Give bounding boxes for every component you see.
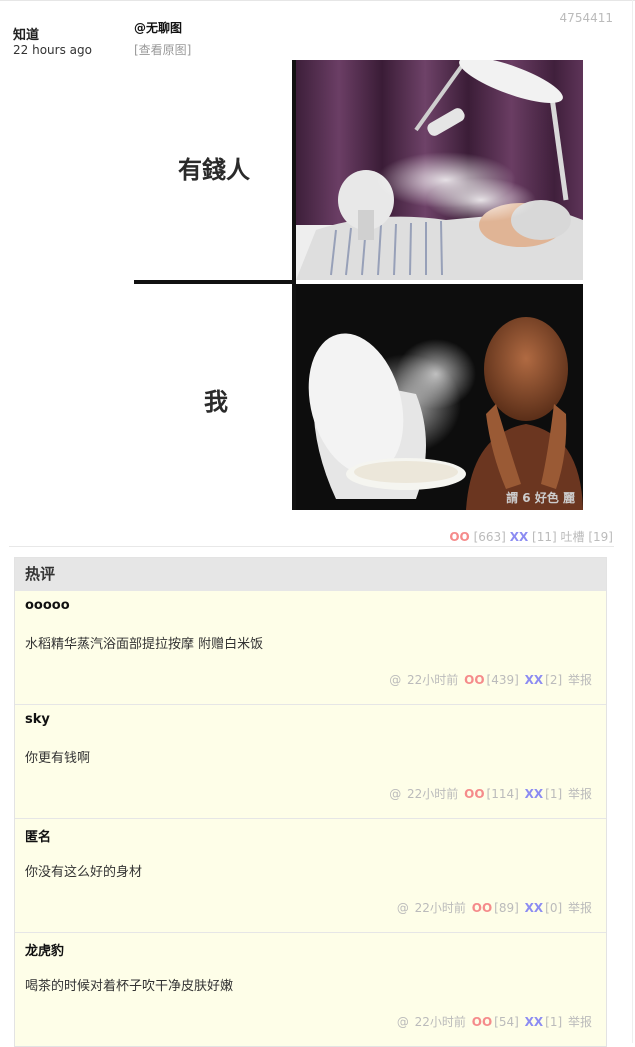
post-id[interactable]: 4754411 — [560, 11, 613, 25]
comment-item: ooooo 水稻精华蒸汽浴面部提拉按摩 附赠白米饭 @ 22小时前 OO [439… — [15, 590, 606, 704]
comment-item: 龙虎豹 喝茶的时候对着杯子吹干净皮肤好嫩 @ 22小时前 OO [54] XX [1… — [15, 932, 606, 1046]
post-tucao-button[interactable]: 吐槽 — [561, 530, 585, 544]
hot-comments-title: 热评 — [15, 558, 606, 590]
comment-oo-count: [54] — [494, 1015, 519, 1029]
comment-author[interactable]: sky — [25, 712, 50, 727]
comment-oo-button[interactable]: OO — [464, 787, 484, 801]
reply-at-button[interactable]: @ — [389, 673, 401, 687]
view-original-link[interactable]: [查看原图] — [134, 41, 191, 58]
meme-label-rich: 有錢人 — [178, 156, 250, 184]
comment-meta: @ 22小时前 OO [114] XX [1] 举报 — [387, 785, 592, 802]
comment-xx-count: [0] — [545, 901, 563, 915]
comment-oo-button[interactable]: OO — [472, 901, 492, 915]
comment-oo-count: [439] — [486, 673, 519, 687]
comment-author[interactable]: ooooo — [25, 598, 70, 613]
post-oo-count: [663] — [473, 530, 506, 544]
comment-xx-button[interactable]: XX — [525, 901, 544, 915]
meme-image[interactable]: 有錢人 我 謂 6 好色 麗 — [134, 60, 583, 510]
comment-text: 水稻精华蒸汽浴面部提拉按摩 附赠白米饭 — [25, 637, 264, 652]
comment-oo-count: [89] — [494, 901, 519, 915]
post-author[interactable]: 知道 — [13, 24, 39, 43]
comment-xx-button[interactable]: XX — [525, 673, 544, 687]
comment-time: 22小时前 — [407, 673, 459, 687]
post-xx-count: [11] — [532, 530, 557, 544]
comment-text: 你没有这么好的身材 — [25, 865, 143, 880]
comment-oo-button[interactable]: OO — [472, 1015, 492, 1029]
comment-meta: @ 22小时前 OO [54] XX [1] 举报 — [395, 1013, 592, 1030]
comment-meta: @ 22小时前 OO [439] XX [2] 举报 — [387, 671, 592, 688]
post-mention[interactable]: @无聊图 — [134, 19, 182, 36]
comment-author[interactable]: 匿名 — [25, 826, 51, 845]
post-time: 22 hours ago — [13, 43, 92, 57]
comment-author[interactable]: 龙虎豹 — [25, 940, 64, 959]
meme-watermark: 謂 6 好色 麗 — [506, 491, 575, 505]
comment-text: 喝茶的时候对着杯子吹干净皮肤好嫩 — [25, 979, 234, 994]
post-vote-bar: OO [663] XX [11] 吐槽 [19] — [449, 528, 613, 545]
report-button[interactable]: 举报 — [568, 787, 592, 801]
comment-meta: @ 22小时前 OO [89] XX [0] 举报 — [395, 899, 592, 916]
comment-oo-count: [114] — [486, 787, 519, 801]
comment-xx-count: [1] — [545, 787, 563, 801]
post-xx-button[interactable]: XX — [510, 530, 529, 544]
comment-item: sky 你更有钱啊 @ 22小时前 OO [114] XX [1] 举报 — [15, 704, 606, 818]
report-button[interactable]: 举报 — [568, 901, 592, 915]
comment-time: 22小时前 — [414, 901, 466, 915]
right-border — [632, 0, 633, 1043]
post-oo-button[interactable]: OO — [449, 530, 469, 544]
comment-xx-button[interactable]: XX — [525, 1015, 544, 1029]
reply-at-button[interactable]: @ — [389, 787, 401, 801]
meme-photo-rice-cooker: 謂 6 好色 麗 — [296, 284, 583, 510]
comment-xx-count: [2] — [545, 673, 563, 687]
meme-label-me: 我 — [204, 388, 228, 416]
comment-time: 22小时前 — [407, 787, 459, 801]
comment-oo-button[interactable]: OO — [464, 673, 484, 687]
post-tucao-count: [19] — [588, 530, 613, 544]
comment-time: 22小时前 — [414, 1015, 466, 1029]
reply-at-button[interactable]: @ — [397, 901, 409, 915]
report-button[interactable]: 举报 — [568, 673, 592, 687]
section-divider — [9, 546, 614, 547]
meme-divider-horizontal — [134, 280, 296, 284]
hot-comments-section: 热评 ooooo 水稻精华蒸汽浴面部提拉按摩 附赠白米饭 @ 22小时前 OO[… — [14, 557, 607, 1047]
comment-xx-button[interactable]: XX — [525, 787, 544, 801]
comment-xx-count: [1] — [545, 1015, 563, 1029]
reply-at-button[interactable]: @ — [397, 1015, 409, 1029]
top-border — [0, 0, 635, 1]
report-button[interactable]: 举报 — [568, 1015, 592, 1029]
comment-item: 匿名 你没有这么好的身材 @ 22小时前 OO [89] XX [0] 举报 — [15, 818, 606, 932]
comment-text: 你更有钱啊 — [25, 751, 91, 766]
meme-photo-facial-steam — [296, 60, 583, 280]
